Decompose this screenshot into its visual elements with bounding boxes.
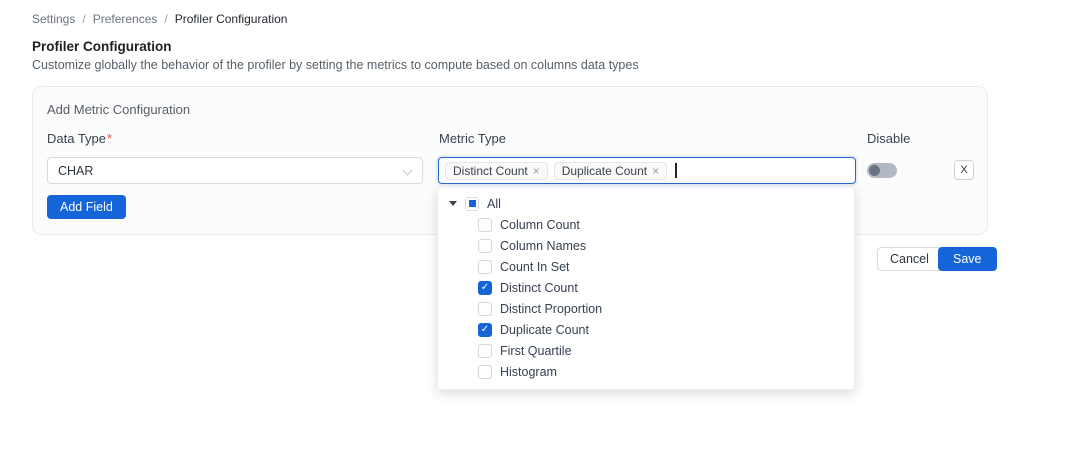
disable-label: Disable — [867, 131, 910, 146]
dropdown-option-all-label: All — [487, 197, 501, 211]
dropdown-option[interactable]: Histogram — [438, 361, 854, 382]
checkbox[interactable] — [478, 302, 492, 316]
dropdown-option[interactable]: ✓ Duplicate Count — [438, 319, 854, 340]
profiler-configuration-page: Settings / Preferences / Profiler Configurat… — [0, 0, 1072, 450]
dropdown-option-label: First Quartile — [500, 344, 572, 358]
checkbox[interactable] — [478, 365, 492, 379]
dropdown-option-label: Distinct Proportion — [500, 302, 602, 316]
breadcrumb-separator: / — [82, 12, 85, 26]
dropdown-option-label: Count In Set — [500, 260, 570, 274]
dropdown-option-label: Distinct Count — [500, 281, 578, 295]
dropdown-option-label: Column Count — [500, 218, 580, 232]
checkbox[interactable] — [478, 239, 492, 253]
checkbox[interactable]: ✓ — [478, 281, 492, 295]
tree-caret-icon[interactable] — [449, 201, 457, 206]
checkbox[interactable] — [478, 344, 492, 358]
page-subtitle: Customize globally the behavior of the p… — [32, 58, 639, 72]
save-button[interactable]: Save — [938, 247, 997, 271]
chevron-down-icon — [403, 166, 413, 176]
metric-type-tags: Distinct Count × Duplicate Count × — [445, 162, 677, 180]
data-type-label-text: Data Type — [47, 131, 106, 146]
checkbox[interactable] — [478, 260, 492, 274]
card-title: Add Metric Configuration — [47, 102, 190, 117]
dropdown-option-label: Column Names — [500, 239, 586, 253]
select-all-checkbox[interactable] — [465, 197, 479, 211]
dropdown-option[interactable]: First Quartile — [438, 340, 854, 361]
data-type-select[interactable]: CHAR — [47, 157, 423, 184]
add-field-button[interactable]: Add Field — [47, 195, 126, 219]
cancel-button[interactable]: Cancel — [877, 247, 942, 271]
dropdown-option[interactable]: Count In Set — [438, 256, 854, 277]
dropdown-option[interactable]: ✓ Distinct Count — [438, 277, 854, 298]
metric-options-list: Column Count Column Names Count In Set ✓ Dis… — [438, 214, 854, 382]
disable-toggle[interactable] — [867, 163, 897, 178]
dropdown-option-label: Histogram — [500, 365, 557, 379]
page-title: Profiler Configuration — [32, 39, 172, 54]
required-asterisk: * — [107, 131, 112, 146]
data-type-select-value: CHAR — [58, 164, 93, 178]
breadcrumb-item[interactable]: Settings — [32, 12, 75, 26]
metric-type-dropdown: All Column Count Column Names Count In Set… — [437, 187, 855, 390]
data-type-label: Data Type* — [47, 131, 112, 146]
tag-remove-icon[interactable]: × — [533, 165, 540, 177]
text-cursor — [675, 163, 677, 178]
metric-type-input[interactable]: Distinct Count × Duplicate Count × — [438, 157, 856, 184]
breadcrumb-item[interactable]: Preferences — [93, 12, 158, 26]
dropdown-option[interactable]: Column Count — [438, 214, 854, 235]
breadcrumb-item[interactable]: Profiler Configuration — [175, 12, 288, 26]
metric-type-label: Metric Type — [439, 131, 506, 146]
checkbox[interactable] — [478, 218, 492, 232]
tag-remove-icon[interactable]: × — [652, 165, 659, 177]
metric-tag-label: Duplicate Count — [562, 164, 647, 178]
checkbox[interactable]: ✓ — [478, 323, 492, 337]
breadcrumb-separator: / — [164, 12, 167, 26]
metric-tag: Distinct Count × — [445, 162, 548, 180]
metric-tag: Duplicate Count × — [554, 162, 667, 180]
dropdown-option[interactable]: Distinct Proportion — [438, 298, 854, 319]
dropdown-option[interactable]: Column Names — [438, 235, 854, 256]
remove-row-button[interactable]: X — [954, 160, 974, 180]
breadcrumb: Settings / Preferences / Profiler Configurat… — [32, 12, 287, 26]
dropdown-option-all[interactable]: All — [438, 193, 854, 214]
metric-tag-label: Distinct Count — [453, 164, 528, 178]
dropdown-option-label: Duplicate Count — [500, 323, 589, 337]
